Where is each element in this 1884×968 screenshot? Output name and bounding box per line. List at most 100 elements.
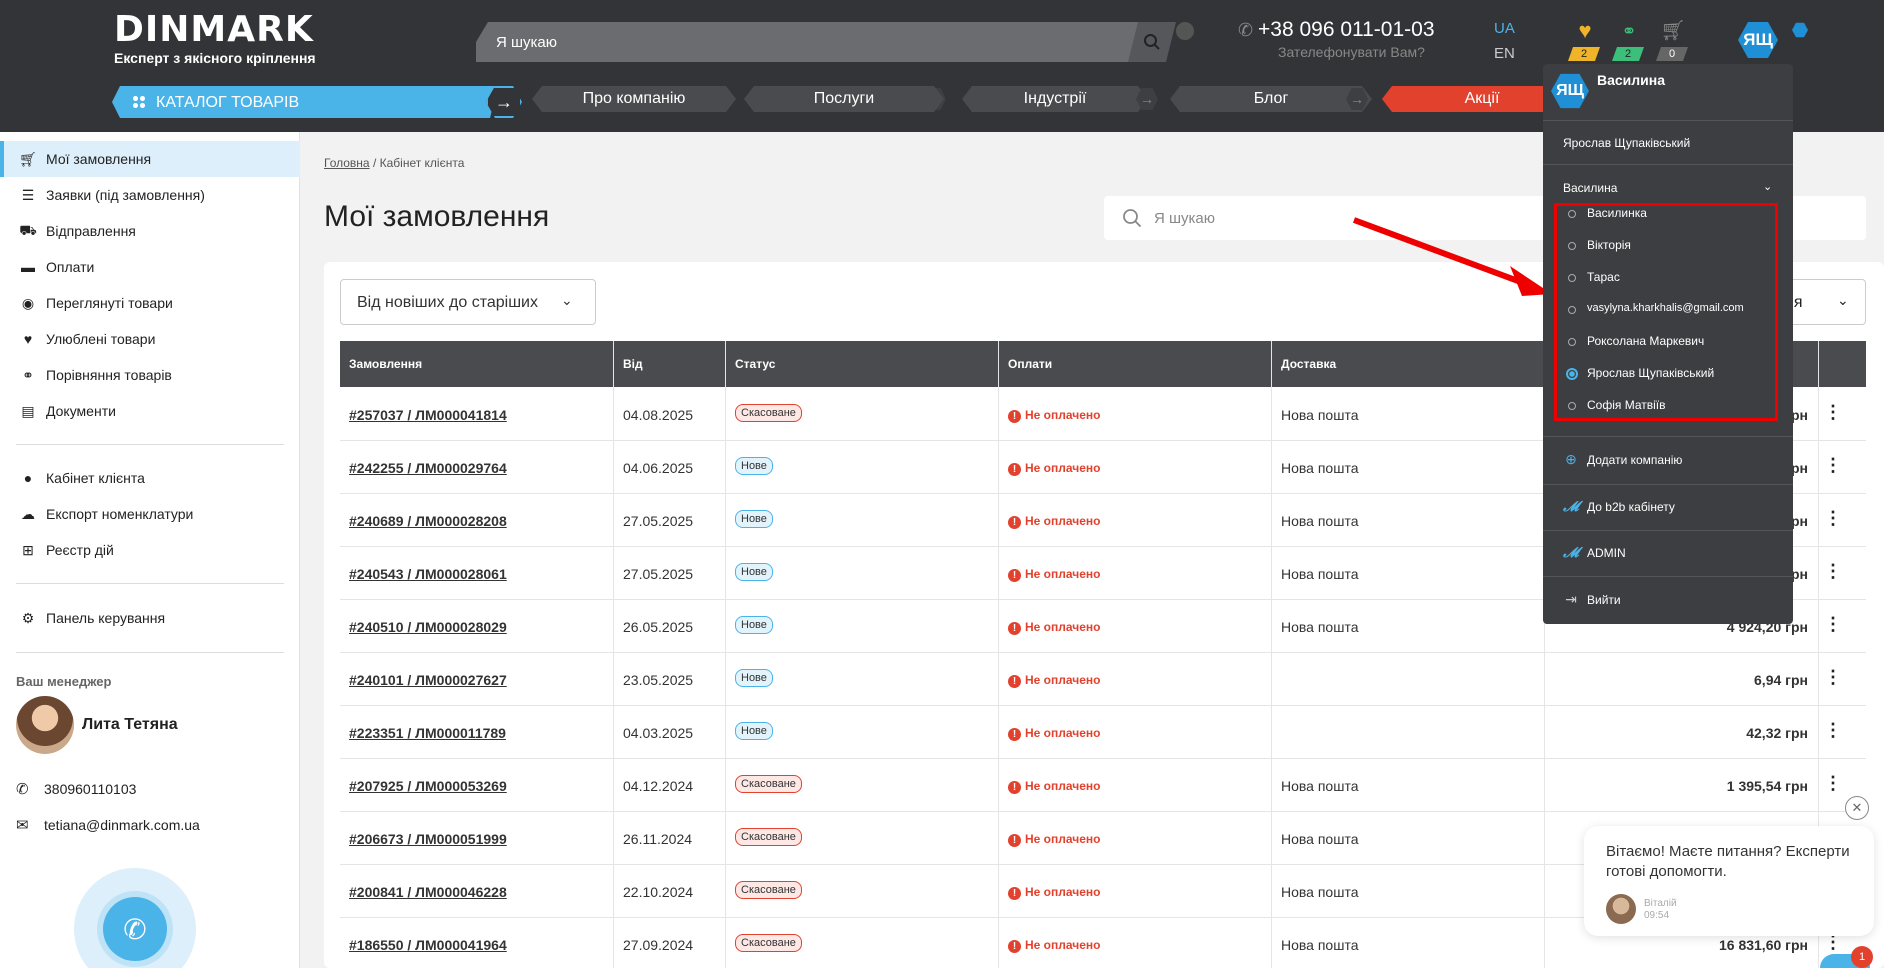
header-search-input[interactable]: Я шукаю: [476, 22, 1146, 62]
manager-email[interactable]: ✉ tetiana@dinmark.com.ua: [16, 816, 200, 834]
col-status[interactable]: Статус: [735, 357, 775, 371]
table-row[interactable]: #207925 / ЛМ000053269 04.12.2024 Скасоване…: [340, 759, 1866, 812]
order-number-link[interactable]: #207925 / ЛМ000053269: [349, 778, 507, 794]
cart-icon: 🛒︎: [1660, 20, 1686, 42]
sidebar-item-shipments[interactable]: ⛟ Відправлення: [0, 213, 300, 249]
favorites-button[interactable]: ♥ 2: [1570, 18, 1600, 62]
alert-icon: !: [1008, 622, 1021, 635]
alert-icon: !: [1008, 940, 1021, 953]
manager-phone[interactable]: ✆ 380960110103: [16, 780, 136, 798]
header-phone[interactable]: ✆ +38 096 011-01-03: [1238, 18, 1435, 42]
breadcrumb-separator: /: [372, 156, 380, 170]
order-number-link[interactable]: #200841 / ЛМ000046228: [349, 884, 507, 900]
sidebar-item-favorites[interactable]: ♥ Улюблені товари: [0, 321, 300, 357]
status-badge: Скасоване: [735, 934, 802, 952]
callback-link[interactable]: Зателефонувати Вам?: [1278, 44, 1425, 60]
sidebar-item-compare[interactable]: ⚭ Порівняння товарів: [0, 357, 300, 393]
nav-industries[interactable]: Індустрії: [962, 86, 1148, 112]
close-icon[interactable]: ✕: [1845, 796, 1869, 820]
sort-select[interactable]: Від новіших до старіших ⌄: [340, 279, 596, 325]
admin-link[interactable]: ADMIN: [1587, 546, 1626, 560]
table-row[interactable]: #240101 / ЛМ000027627 23.05.2025 Нове! Не о…: [340, 653, 1866, 706]
order-number-link[interactable]: #242255 / ЛМ000029764: [349, 460, 507, 476]
nav-services[interactable]: Послуги: [744, 86, 944, 112]
order-number-link[interactable]: #240689 / ЛМ000028208: [349, 513, 507, 529]
sidebar-item-requests[interactable]: ☰ Заявки (під замовлення): [0, 177, 300, 213]
logo-word: DINMARK: [114, 9, 314, 50]
divider: [1543, 120, 1793, 121]
more-options-icon[interactable]: ⋮: [1824, 667, 1842, 688]
chevron-down-icon[interactable]: ⌄: [1763, 180, 1772, 193]
more-options-icon[interactable]: ⋮: [1824, 614, 1842, 635]
sidebar-item-payments[interactable]: ▬ Оплати: [0, 249, 300, 285]
lang-ua[interactable]: UA: [1494, 20, 1515, 37]
col-date[interactable]: Від: [623, 357, 643, 371]
more-options-icon[interactable]: ⋮: [1824, 720, 1842, 741]
breadcrumb-current: Кабінет клієнта: [379, 156, 465, 170]
table-row[interactable]: #223351 / ЛМ000011789 04.03.2025 Нове! Не о…: [340, 706, 1866, 759]
logout-link[interactable]: Вийти: [1587, 593, 1621, 607]
sidebar-item-label: Улюблені товари: [46, 331, 156, 347]
add-company-link[interactable]: Додати компанію: [1587, 453, 1682, 467]
more-options-icon[interactable]: ⋮: [1824, 561, 1842, 582]
sidebar-item-documents[interactable]: ▤ Документи: [0, 393, 300, 429]
order-number-link[interactable]: #186550 / ЛМ000041964: [349, 937, 507, 953]
more-options-icon[interactable]: ⋮: [1824, 402, 1842, 423]
status-badge: Нове: [735, 669, 773, 687]
payment-status: ! Не оплачено: [1008, 938, 1100, 953]
col-order[interactable]: Замовлення: [349, 357, 422, 371]
alert-icon: !: [1008, 410, 1021, 423]
chat-bubble[interactable]: Вітаємо! Маєте питання? Експерти готові …: [1584, 826, 1874, 936]
annotation-highlight-box: [1554, 203, 1778, 421]
lang-en[interactable]: EN: [1494, 45, 1515, 62]
chat-agent-name: Віталій: [1644, 898, 1677, 909]
alert-icon: !: [1008, 781, 1021, 794]
order-date: 27.09.2024: [623, 937, 694, 953]
cart-button[interactable]: 🛒︎ 0: [1658, 18, 1688, 62]
divider: [1543, 576, 1793, 577]
b2b-link[interactable]: До b2b кабінету: [1587, 500, 1675, 514]
col-delivery[interactable]: Доставка: [1281, 357, 1336, 371]
payment-status: ! Не оплачено: [1008, 832, 1100, 847]
more-options-icon[interactable]: ⋮: [1824, 455, 1842, 476]
add-circle-icon: ⊕: [1565, 451, 1577, 467]
status-badge: Скасоване: [735, 828, 802, 846]
compare-button[interactable]: ⚭ 2: [1614, 18, 1644, 62]
order-number-link[interactable]: #240543 / ЛМ000028061: [349, 566, 507, 582]
order-total: 42,32 грн: [1746, 725, 1808, 741]
status-badge: Нове: [735, 510, 773, 528]
order-total: 16 831,60 грн: [1718, 937, 1808, 953]
delivery-method: Нова пошта: [1281, 566, 1359, 582]
cart-count: 0: [1656, 47, 1688, 61]
sidebar-item-export[interactable]: ☁ Експорт номенклатури: [0, 496, 300, 532]
order-number-link[interactable]: #206673 / ЛМ000051999: [349, 831, 507, 847]
company-select[interactable]: Василина: [1563, 181, 1617, 195]
dropdown-user-name[interactable]: Ярослав Щупаківський: [1563, 136, 1690, 150]
chat-unread-badge: 1: [1851, 946, 1873, 968]
order-number-link[interactable]: #257037 / ЛМ000041814: [349, 407, 507, 423]
order-number-link[interactable]: #223351 / ЛМ000011789: [349, 725, 506, 741]
annotation-arrow: [1352, 217, 1552, 296]
sidebar-item-orders[interactable]: 🛒︎ Мої замовлення: [0, 141, 300, 177]
nav-about[interactable]: Про компанію: [532, 86, 736, 112]
col-payment[interactable]: Оплати: [1008, 357, 1052, 371]
page-title: Мої замовлення: [324, 200, 550, 233]
sidebar-item-control-panel[interactable]: ⚙ Панель керування: [0, 600, 300, 636]
sidebar-item-label: Оплати: [46, 259, 95, 275]
delivery-method: Нова пошта: [1281, 937, 1359, 953]
payment-status: ! Не оплачено: [1008, 726, 1100, 741]
status-badge: Нове: [735, 722, 773, 740]
logo[interactable]: DINMARK Експерт з якісного кріплення: [114, 9, 316, 67]
more-options-icon[interactable]: ⋮: [1824, 508, 1842, 529]
order-number-link[interactable]: #240510 / ЛМ000028029: [349, 619, 507, 635]
sidebar-item-viewed[interactable]: ◉ Переглянуті товари: [0, 285, 300, 321]
more-options-icon[interactable]: ⋮: [1824, 773, 1842, 794]
sidebar-item-cabinet[interactable]: ● Кабінет клієнта: [0, 460, 300, 496]
catalog-button[interactable]: КАТАЛОГ ТОВАРІВ: [112, 86, 498, 118]
order-number-link[interactable]: #240101 / ЛМ000027627: [349, 672, 507, 688]
alert-icon: !: [1008, 887, 1021, 900]
eye-icon: ◉: [21, 294, 35, 311]
sidebar-item-registry[interactable]: ⊞ Реєстр дій: [0, 532, 300, 568]
nav-blog[interactable]: Блог: [1170, 86, 1372, 112]
breadcrumb-home[interactable]: Головна: [324, 156, 370, 170]
